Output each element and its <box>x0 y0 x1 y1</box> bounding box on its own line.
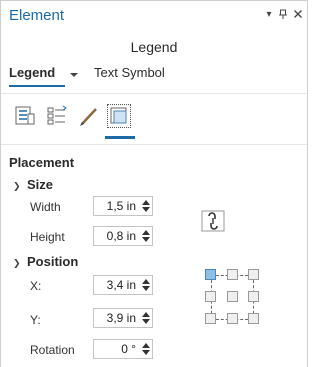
x-label: X: <box>30 279 42 293</box>
rotation-decrement-button[interactable] <box>142 350 150 355</box>
rotation-increment-button[interactable] <box>142 343 150 348</box>
rotation-stepper[interactable]: 0 ° <box>93 339 153 359</box>
height-stepper[interactable]: 0,8 in <box>93 226 153 246</box>
pane-title: Element <box>9 7 65 24</box>
x-value[interactable]: 3,4 in <box>94 278 140 292</box>
anchor-center[interactable] <box>227 291 238 302</box>
anchor-top-center[interactable] <box>227 269 238 280</box>
anchor-top-left[interactable] <box>205 269 216 280</box>
y-label: Y: <box>30 313 41 327</box>
anchor-middle-right[interactable] <box>248 291 259 302</box>
height-increment-button[interactable] <box>142 230 150 235</box>
anchor-top-right[interactable] <box>248 269 259 280</box>
height-label: Height <box>30 230 65 244</box>
active-tool-indicator <box>105 136 135 139</box>
rotation-label: Rotation <box>30 343 75 357</box>
y-value[interactable]: 3,9 in <box>94 311 140 325</box>
display-icon[interactable] <box>77 104 101 128</box>
rotation-value[interactable]: 0 ° <box>94 342 140 356</box>
divider <box>1 144 307 145</box>
placement-section-title: Placement <box>9 155 75 170</box>
width-label: Width <box>30 200 61 214</box>
tab-text-symbol[interactable]: Text Symbol <box>94 65 165 80</box>
tab-legend[interactable]: Legend <box>9 65 55 80</box>
element-name: Legend <box>130 39 178 55</box>
chevron-down-icon: ❯ <box>13 181 21 191</box>
tab-dropdown-icon[interactable] <box>69 67 79 77</box>
pane-menu-dropdown-icon[interactable]: ▾ <box>263 9 275 21</box>
size-group-label: Size <box>27 177 54 192</box>
height-value[interactable]: 0,8 in <box>94 229 140 243</box>
anchor-middle-left[interactable] <box>205 291 216 302</box>
lock-aspect-ratio-icon[interactable] <box>201 210 225 232</box>
legend-arrangement-icon[interactable] <box>45 104 69 128</box>
close-icon[interactable] <box>292 9 304 21</box>
x-decrement-button[interactable] <box>142 286 150 291</box>
y-increment-button[interactable] <box>142 312 150 317</box>
placement-icon[interactable] <box>107 104 131 128</box>
element-pane: Element ▾ Legend Legend Text Symbol Plac… <box>0 0 308 367</box>
pin-icon[interactable] <box>277 9 289 21</box>
width-value[interactable]: 1,5 in <box>94 199 140 213</box>
anchor-point-selector <box>205 269 261 329</box>
width-stepper[interactable]: 1,5 in <box>93 196 153 216</box>
width-increment-button[interactable] <box>142 200 150 205</box>
width-decrement-button[interactable] <box>142 207 150 212</box>
x-increment-button[interactable] <box>142 279 150 284</box>
chevron-down-icon: ❯ <box>13 258 21 268</box>
options-icon[interactable] <box>13 104 37 128</box>
height-decrement-button[interactable] <box>142 237 150 242</box>
pane-titlebar: Element ▾ <box>1 1 307 31</box>
anchor-bottom-right[interactable] <box>248 313 259 324</box>
position-group-header[interactable]: ❯ Position <box>13 254 78 269</box>
y-decrement-button[interactable] <box>142 319 150 324</box>
anchor-bottom-left[interactable] <box>205 313 216 324</box>
active-tab-indicator <box>9 85 65 87</box>
x-position-stepper[interactable]: 3,4 in <box>93 275 153 295</box>
position-group-label: Position <box>27 254 79 269</box>
anchor-bottom-center[interactable] <box>227 313 238 324</box>
size-group-header[interactable]: ❯ Size <box>13 177 53 192</box>
y-position-stepper[interactable]: 3,9 in <box>93 308 153 328</box>
divider <box>1 93 307 94</box>
